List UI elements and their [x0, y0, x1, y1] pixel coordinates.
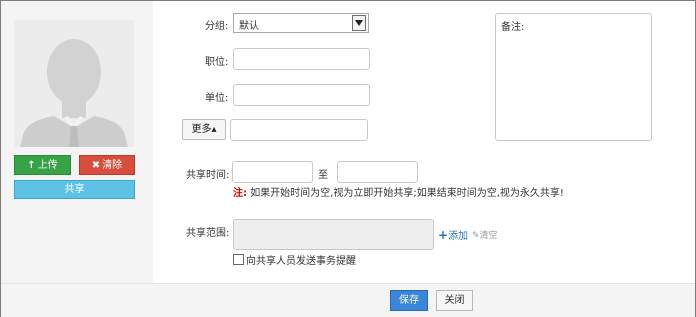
- more-button[interactable]: 更多▴: [182, 119, 226, 140]
- chevron-down-icon[interactable]: [352, 15, 366, 31]
- remark-field[interactable]: 备注:: [495, 13, 652, 141]
- add-label: 添加: [448, 231, 469, 242]
- clear-photo-button[interactable]: ✖ 清除: [79, 155, 135, 175]
- group-select[interactable]: 默认: [233, 13, 369, 33]
- company-input[interactable]: [233, 84, 370, 106]
- share-time-to-label: 至: [318, 170, 328, 181]
- upload-button[interactable]: ↑ 上传: [14, 155, 71, 175]
- close-button[interactable]: 关闭: [436, 290, 473, 311]
- close-icon: ✖: [91, 160, 101, 171]
- notify-label: 向共享人员发送事务提醒: [246, 256, 356, 267]
- position-input[interactable]: [233, 48, 370, 70]
- save-button[interactable]: 保存: [390, 290, 428, 311]
- clear-scope-label: 清空: [479, 231, 498, 241]
- dialog-footer: [1, 283, 695, 317]
- person-silhouette-icon: [14, 20, 134, 147]
- more-input[interactable]: [230, 119, 368, 141]
- share-time-note: 注: 如果开始时间为空,视为立即开始共享;如果结束时间为空,视为永久共享!: [233, 184, 564, 199]
- share-scope-field[interactable]: [233, 219, 434, 250]
- add-scope-link[interactable]: +添加: [438, 227, 468, 242]
- more-label: 更多: [191, 124, 212, 135]
- share-time-label: 共享时间:: [186, 170, 230, 181]
- eraser-icon: ✎: [472, 231, 480, 241]
- share-scope-label: 共享范围:: [186, 228, 230, 239]
- clear-label: 清除: [102, 160, 123, 171]
- upload-label: 上传: [37, 160, 58, 171]
- position-label: 职位:: [205, 57, 229, 68]
- company-label: 单位:: [205, 93, 229, 104]
- clear-scope-link[interactable]: ✎清空: [472, 228, 498, 241]
- plus-icon: +: [438, 228, 449, 242]
- share-label: 共享: [64, 184, 85, 195]
- notify-option[interactable]: 向共享人员发送事务提醒: [233, 252, 356, 267]
- arrow-up-icon: ↑: [27, 160, 36, 171]
- avatar: [14, 20, 134, 147]
- note-prefix: 注:: [233, 188, 247, 199]
- caret-up-icon: ▴: [211, 124, 217, 135]
- share-button[interactable]: 共享: [14, 180, 135, 199]
- notify-checkbox[interactable]: [233, 254, 244, 265]
- share-time-end-input[interactable]: [337, 161, 418, 183]
- note-text: 如果开始时间为空,视为立即开始共享;如果结束时间为空,视为永久共享!: [250, 188, 564, 199]
- group-selected-value: 默认: [239, 21, 259, 32]
- share-time-start-input[interactable]: [232, 161, 313, 183]
- remark-label: 备注:: [501, 22, 525, 33]
- group-label: 分组:: [205, 21, 229, 32]
